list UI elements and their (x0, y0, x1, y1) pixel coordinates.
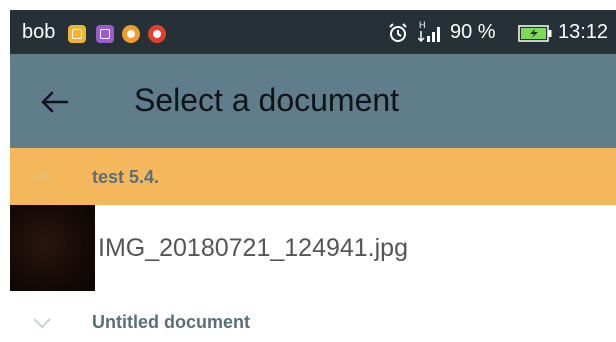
arrow-left-icon (41, 91, 69, 113)
app-bar: Select a document (10, 54, 616, 148)
document-picker-screen: bob H 90 % 13:12 Select a document test … (0, 0, 616, 342)
folder-header-untitled-document[interactable]: Untitled document (10, 298, 616, 342)
notification-app-icon-3 (122, 25, 140, 43)
svg-text:H: H (419, 20, 426, 30)
clock: 13:12 (558, 21, 609, 43)
notification-app-icon-1 (68, 25, 86, 43)
back-button[interactable] (34, 82, 74, 122)
notification-app-icon-2 (96, 25, 114, 43)
folder-name: test 5.4. (92, 167, 160, 187)
left-edge (0, 0, 10, 342)
chevron-up-icon (33, 171, 51, 182)
battery-icon (518, 25, 552, 42)
folder-header-test-5-4[interactable]: test 5.4. (10, 148, 616, 205)
notification-app-icon-4 (148, 25, 166, 43)
chevron-down-icon (33, 318, 51, 329)
carrier-name: bob (22, 21, 56, 43)
page-title: Select a document (134, 82, 400, 118)
battery-percent: 90 % (450, 21, 496, 43)
document-thumbnail (10, 205, 95, 291)
document-row[interactable]: IMG_20180721_124941.jpg (10, 205, 616, 291)
folder-name: Untitled document (92, 312, 250, 332)
signal-icon: H (418, 20, 440, 43)
alarm-icon (389, 23, 407, 42)
status-bar: bob H 90 % 13:12 (10, 10, 616, 54)
document-name: IMG_20180721_124941.jpg (98, 234, 408, 262)
